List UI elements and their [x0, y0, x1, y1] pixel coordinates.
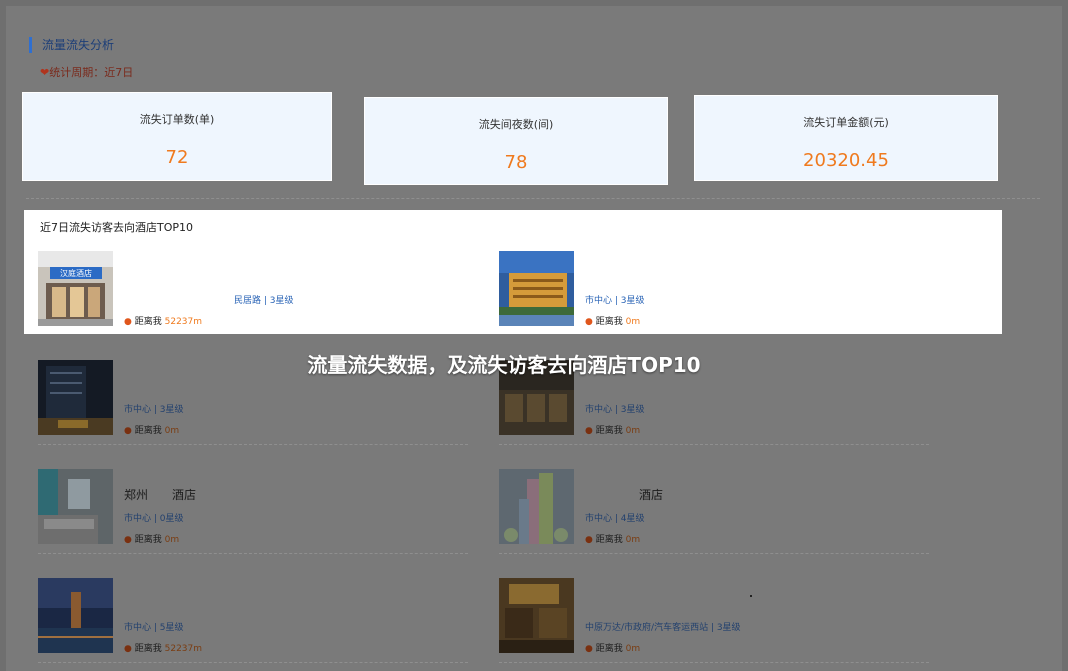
- location-pin-icon: ●: [124, 644, 132, 654]
- hotel-distance: ● 距离我 0m: [124, 535, 180, 545]
- hotel-area: 市中心 | 0星级: [124, 514, 184, 524]
- hotel-distance: ● 距离我 0m: [585, 426, 641, 436]
- page: 流量流失分析 ❤统计周期：近7日 流失订单数(单) 72 流失间夜数(间) 78…: [6, 6, 1062, 671]
- top10-title: 近7日流失访客去向酒店TOP10: [40, 221, 194, 234]
- hotel-name[interactable]: 酒店: [639, 486, 663, 503]
- divider: [499, 662, 929, 663]
- hotel-distance: ● 距离我 0m: [585, 317, 641, 327]
- divider: [26, 198, 1040, 199]
- stat-value: 72: [165, 147, 189, 168]
- hotel-area: 市中心 | 3星级: [124, 405, 184, 415]
- location-pin-icon: ●: [585, 535, 593, 545]
- hotel-photo[interactable]: [499, 469, 574, 544]
- stat-period: ❤统计周期：近7日: [40, 66, 133, 80]
- hotel-area: 市中心 | 4星级: [585, 514, 645, 524]
- hotel-distance: ● 距离我 0m: [585, 644, 641, 654]
- stat-label: 流失间夜数(间): [478, 118, 554, 131]
- hotel-photo[interactable]: [38, 578, 113, 653]
- divider: [38, 662, 468, 663]
- stat-card-lost-nights: 流失间夜数(间) 78: [364, 97, 668, 185]
- hotel-photo[interactable]: [499, 251, 574, 326]
- hotel-name[interactable]: 郑州 酒店: [124, 486, 196, 503]
- hotel-distance: ● 距离我 0m: [585, 535, 641, 545]
- divider: [499, 444, 929, 445]
- svg-text:汉庭酒店: 汉庭酒店: [60, 268, 92, 278]
- hotel-area: 市中心 | 3星级: [585, 405, 645, 415]
- location-pin-icon: ●: [124, 426, 132, 436]
- divider: [38, 444, 468, 445]
- location-pin-icon: ●: [585, 317, 593, 327]
- stat-label: 流失订单金额(元): [803, 116, 889, 129]
- hotel-photo[interactable]: [38, 469, 113, 544]
- stat-card-lost-orders: 流失订单数(单) 72: [22, 92, 332, 181]
- stat-value: 20320.45: [803, 150, 889, 171]
- hotel-item[interactable]: 汉庭酒店 民居路 | 3星级 ● 距离我 52237m: [38, 251, 478, 351]
- hotel-item[interactable]: 郑州 酒店 市中心 | 0星级 ● 距离我 0m: [38, 469, 478, 569]
- hotel-photo[interactable]: 汉庭酒店: [38, 251, 113, 326]
- overlay-caption: 流量流失数据，及流失访客去向酒店TOP10: [307, 353, 701, 377]
- hotel-distance: ● 距离我 52237m: [124, 317, 203, 327]
- stray-dot: [750, 595, 752, 597]
- hotel-item[interactable]: 中原万达/市政府/汽车客运西站 | 3星级 ● 距离我 0m: [499, 578, 939, 671]
- hotel-distance: ● 距离我 0m: [124, 426, 180, 436]
- divider: [38, 553, 468, 554]
- location-pin-icon: ●: [124, 535, 132, 545]
- hotel-item[interactable]: 市中心 | 3星级 ● 距离我 0m: [499, 251, 939, 351]
- hotel-photo[interactable]: [499, 578, 574, 653]
- location-pin-icon: ●: [585, 426, 593, 436]
- location-pin-icon: ●: [585, 644, 593, 654]
- hotel-item[interactable]: 酒店 市中心 | 4星级 ● 距离我 0m: [499, 469, 939, 569]
- hotel-item[interactable]: 市中心 | 5星级 ● 距离我 52237m: [38, 578, 478, 671]
- location-pin-icon: ●: [124, 317, 132, 327]
- period-label: 统计周期：近7日: [49, 66, 134, 79]
- hotel-area: 市中心 | 5星级: [124, 623, 184, 633]
- hotel-area: 民居路 | 3星级: [234, 296, 294, 306]
- stat-label: 流失订单数(单): [139, 113, 215, 126]
- hotel-area: 中原万达/市政府/汽车客运西站 | 3星级: [585, 623, 741, 633]
- heart-icon: ❤: [40, 66, 50, 79]
- stat-card-lost-amount: 流失订单金额(元) 20320.45: [694, 95, 998, 181]
- divider: [499, 553, 929, 554]
- section-title: 流量流失分析: [29, 37, 114, 53]
- hotel-area: 市中心 | 3星级: [585, 296, 645, 306]
- hotel-distance: ● 距离我 52237m: [124, 644, 203, 654]
- stat-value: 78: [504, 152, 528, 173]
